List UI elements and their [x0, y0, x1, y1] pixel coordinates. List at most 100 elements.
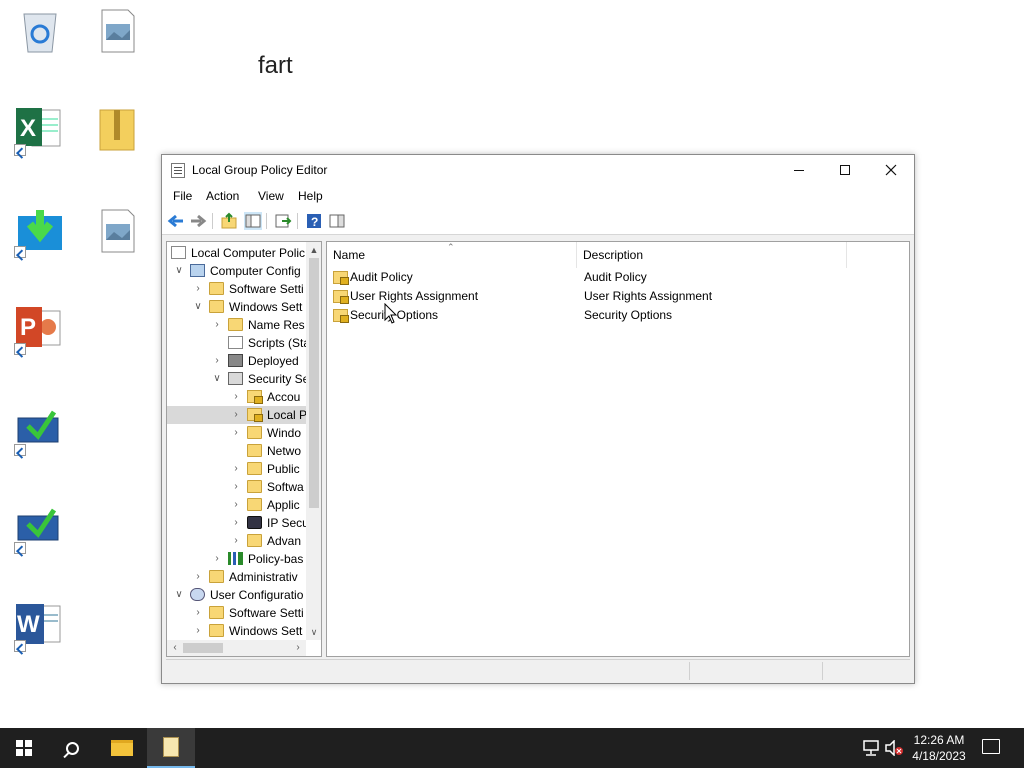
tree-item-local-computer-policy[interactable]: Local Computer Polic: [167, 244, 306, 262]
forward-arrow-icon[interactable]: [189, 212, 207, 230]
tree-item-user-windows-settings[interactable]: › Windows Sett: [167, 622, 306, 640]
minimize-button[interactable]: [776, 155, 822, 185]
expand-chevron-icon[interactable]: ›: [230, 460, 242, 478]
gpedit-app-icon: [171, 163, 185, 178]
tree-item-label: Softwa: [267, 480, 304, 494]
help-icon[interactable]: ?: [305, 212, 323, 230]
gpedit-icon: [163, 737, 179, 757]
bar-chart-icon: [228, 552, 243, 565]
tree-horizontal-scrollbar[interactable]: ‹ ›: [167, 640, 306, 656]
tree-item-network-list[interactable]: Netwo: [167, 442, 306, 460]
tree-item-application-control[interactable]: › Applic: [167, 496, 306, 514]
menu-view[interactable]: View: [258, 189, 284, 203]
group-policy-taskbar-button[interactable]: [147, 728, 195, 768]
expand-chevron-icon[interactable]: ›: [230, 388, 242, 406]
tree-item-scripts[interactable]: Scripts (Sta: [167, 334, 306, 352]
start-button[interactable]: [0, 728, 48, 768]
scroll-thumb[interactable]: [309, 258, 319, 508]
tree-item-windows-firewall[interactable]: › Windo: [167, 424, 306, 442]
mouse-pointer-icon: [384, 303, 398, 324]
image-file-icon[interactable]: [94, 6, 146, 58]
column-header-label: Description: [583, 248, 644, 262]
image-file-icon-2[interactable]: [94, 206, 146, 258]
expand-chevron-icon[interactable]: ›: [211, 550, 223, 568]
network-icon[interactable]: [862, 740, 880, 756]
tree-item-ip-security[interactable]: › IP Secu: [167, 514, 306, 532]
tree-item-computer-configuration[interactable]: ∨ Computer Config: [167, 262, 306, 280]
tree-item-user-software-settings[interactable]: › Software Setti: [167, 604, 306, 622]
folder-icon: [247, 426, 262, 439]
expand-chevron-icon[interactable]: ›: [192, 604, 204, 622]
tree-item-public-key[interactable]: › Public: [167, 460, 306, 478]
tree-item-deployed-printers[interactable]: › Deployed: [167, 352, 306, 370]
close-button[interactable]: [868, 155, 914, 185]
list-item-user-rights-assignment[interactable]: User Rights Assignment User Rights Assig…: [327, 287, 909, 306]
menu-action[interactable]: Action: [206, 189, 239, 203]
expand-chevron-icon[interactable]: ›: [230, 514, 242, 532]
tree-item-administrative-templates[interactable]: › Administrativ: [167, 568, 306, 586]
expand-chevron-icon[interactable]: ›: [192, 622, 204, 640]
toolbar-separator: [212, 213, 213, 229]
volume-muted-icon[interactable]: [884, 740, 904, 756]
system-clock[interactable]: 12:26 AM 4/18/2023: [904, 732, 974, 764]
file-explorer-taskbar-button[interactable]: [98, 728, 146, 768]
collapse-chevron-icon[interactable]: ∨: [211, 370, 223, 388]
export-list-icon[interactable]: [274, 212, 292, 230]
show-hide-tree-icon[interactable]: [244, 212, 262, 230]
expand-chevron-icon[interactable]: ›: [192, 568, 204, 586]
computer-shortcut-icon[interactable]: [14, 404, 66, 456]
menu-file[interactable]: File: [173, 189, 192, 203]
excel-shortcut-icon[interactable]: X: [14, 104, 66, 156]
tree-item-local-policies[interactable]: › Local P: [167, 406, 306, 424]
action-center-icon[interactable]: [982, 739, 1000, 754]
properties-pane-icon[interactable]: [328, 212, 346, 230]
list-item-security-options[interactable]: Security Options Security Options: [327, 306, 909, 325]
title-bar[interactable]: Local Group Policy Editor: [162, 155, 914, 185]
tree-item-user-configuration[interactable]: ∨ User Configuratio: [167, 586, 306, 604]
expand-chevron-icon[interactable]: ›: [230, 496, 242, 514]
maximize-button[interactable]: [822, 155, 868, 185]
tree-item-security-settings[interactable]: ∨ Security Se: [167, 370, 306, 388]
tree-item-windows-settings[interactable]: ∨ Windows Sett: [167, 298, 306, 316]
up-folder-icon[interactable]: [220, 212, 238, 230]
search-button[interactable]: [48, 728, 96, 768]
scroll-up-icon[interactable]: ▲: [306, 242, 321, 258]
tree-vertical-scrollbar[interactable]: ▲ ∨: [306, 242, 321, 640]
column-header-description[interactable]: Description: [577, 242, 847, 268]
collapse-chevron-icon[interactable]: ∨: [173, 262, 185, 280]
maximize-icon: [840, 165, 850, 175]
scroll-right-icon[interactable]: ›: [290, 640, 306, 656]
expand-chevron-icon[interactable]: ›: [230, 532, 242, 550]
tree-item-label: Software Setti: [229, 282, 304, 296]
tree-item-policy-based-qos[interactable]: › Policy-bas: [167, 550, 306, 568]
tree-item-account-policies[interactable]: › Accou: [167, 388, 306, 406]
tree-item-software-settings[interactable]: › Software Setti: [167, 280, 306, 298]
powerpoint-shortcut-icon[interactable]: P: [14, 303, 66, 355]
download-shortcut-icon[interactable]: [14, 206, 66, 258]
expand-chevron-icon[interactable]: ›: [211, 352, 223, 370]
word-shortcut-icon[interactable]: W: [14, 600, 66, 652]
collapse-chevron-icon[interactable]: ∨: [173, 586, 185, 604]
column-header-name[interactable]: ⌃ Name: [327, 242, 577, 268]
expand-chevron-icon[interactable]: ›: [211, 316, 223, 334]
back-arrow-icon[interactable]: [167, 212, 185, 230]
computer-shortcut-icon-2[interactable]: [14, 502, 66, 554]
list-item-audit-policy[interactable]: Audit Policy Audit Policy: [327, 268, 909, 287]
tree-item-advanced-audit[interactable]: › Advan: [167, 532, 306, 550]
scroll-left-icon[interactable]: ‹: [167, 640, 183, 656]
expand-chevron-icon[interactable]: ›: [192, 280, 204, 298]
recycle-bin-icon[interactable]: [14, 6, 66, 58]
expand-chevron-icon[interactable]: ›: [230, 424, 242, 442]
zip-folder-icon[interactable]: [94, 104, 146, 156]
scroll-down-icon[interactable]: ∨: [306, 624, 321, 640]
tree-item-software-restriction[interactable]: › Softwa: [167, 478, 306, 496]
collapse-chevron-icon[interactable]: ∨: [192, 298, 204, 316]
expand-chevron-icon[interactable]: ›: [230, 478, 242, 496]
list-item-name: Audit Policy: [350, 270, 413, 284]
tree-item-name-resolution[interactable]: › Name Res: [167, 316, 306, 334]
scroll-thumb[interactable]: [183, 643, 223, 653]
menu-help[interactable]: Help: [298, 189, 323, 203]
folder-icon: [209, 606, 224, 619]
folder-icon: [247, 462, 262, 475]
expand-chevron-icon[interactable]: ›: [230, 406, 242, 424]
